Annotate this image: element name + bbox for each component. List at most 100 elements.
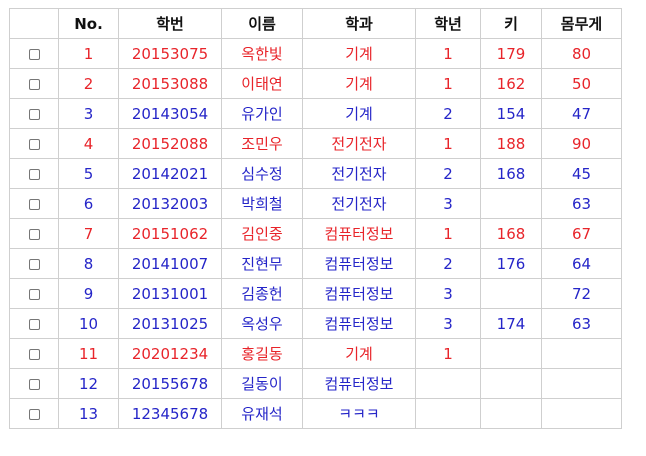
header-department: 학과: [302, 8, 416, 39]
row-select-cell: [9, 158, 59, 189]
row-department: 컴퓨터정보: [302, 248, 416, 279]
row-weight: [541, 398, 622, 429]
row-weight: 63: [541, 308, 622, 339]
row-height: 188: [480, 128, 542, 159]
row-select-cell: [9, 98, 59, 129]
row-department: 컴퓨터정보: [302, 218, 416, 249]
row-department: 기계: [302, 98, 416, 129]
row-name: 유가인: [221, 98, 303, 129]
row-name: 유재석: [221, 398, 303, 429]
row-select-cell: [9, 38, 59, 69]
row-name: 박희철: [221, 188, 303, 219]
row-name: 진현무: [221, 248, 303, 279]
row-year: 3: [415, 278, 481, 309]
row-department: 컴퓨터정보: [302, 308, 416, 339]
row-checkbox[interactable]: [28, 378, 40, 390]
row-no: 10: [58, 308, 119, 339]
row-height: 168: [480, 218, 542, 249]
row-height: 154: [480, 98, 542, 129]
row-department: 기계: [302, 68, 416, 99]
row-weight: 90: [541, 128, 622, 159]
row-no: 11: [58, 338, 119, 369]
row-height: [480, 368, 542, 399]
row-checkbox[interactable]: [28, 288, 40, 300]
row-student-id: 20201234: [118, 338, 222, 369]
row-checkbox[interactable]: [28, 198, 40, 210]
row-select-cell: [9, 128, 59, 159]
row-year: 2: [415, 98, 481, 129]
row-department: 전기전자: [302, 188, 416, 219]
row-no: 7: [58, 218, 119, 249]
header-student-id: 학번: [118, 8, 222, 39]
row-year: [415, 398, 481, 429]
row-student-id: 20141007: [118, 248, 222, 279]
table-row: 13 12345678 유재석 ㅋㅋㅋ: [9, 398, 622, 429]
row-no: 3: [58, 98, 119, 129]
row-height: [480, 338, 542, 369]
row-year: 1: [415, 68, 481, 99]
table-row: 11 20201234 홍길동 기계 1: [9, 338, 622, 369]
row-height: [480, 278, 542, 309]
row-name: 옥한빛: [221, 38, 303, 69]
row-no: 8: [58, 248, 119, 279]
row-select-cell: [9, 68, 59, 99]
row-weight: 80: [541, 38, 622, 69]
row-student-id: 20143054: [118, 98, 222, 129]
row-weight: 45: [541, 158, 622, 189]
row-year: 2: [415, 248, 481, 279]
row-student-id: 20155678: [118, 368, 222, 399]
header-year: 학년: [415, 8, 481, 39]
row-no: 5: [58, 158, 119, 189]
table-row: 9 20131001 김종헌 컴퓨터정보 3 72: [9, 278, 622, 309]
row-department: ㅋㅋㅋ: [302, 398, 416, 429]
row-checkbox[interactable]: [28, 108, 40, 120]
row-checkbox[interactable]: [28, 78, 40, 90]
row-year: 3: [415, 308, 481, 339]
row-no: 1: [58, 38, 119, 69]
row-checkbox[interactable]: [28, 408, 40, 420]
row-student-id: 20131001: [118, 278, 222, 309]
row-height: [480, 398, 542, 429]
row-name: 조민우: [221, 128, 303, 159]
row-checkbox[interactable]: [28, 228, 40, 240]
row-department: 컴퓨터정보: [302, 368, 416, 399]
row-checkbox[interactable]: [28, 348, 40, 360]
row-weight: 47: [541, 98, 622, 129]
row-weight: [541, 368, 622, 399]
row-year: 1: [415, 218, 481, 249]
row-year: 3: [415, 188, 481, 219]
row-height: 174: [480, 308, 542, 339]
row-student-id: 20152088: [118, 128, 222, 159]
row-checkbox[interactable]: [28, 258, 40, 270]
row-checkbox[interactable]: [28, 318, 40, 330]
row-checkbox[interactable]: [28, 138, 40, 150]
row-select-cell: [9, 188, 59, 219]
table-row: 6 20132003 박희철 전기전자 3 63: [9, 188, 622, 219]
row-department: 기계: [302, 338, 416, 369]
row-name: 홍길동: [221, 338, 303, 369]
table-row: 8 20141007 진현무 컴퓨터정보 2 176 64: [9, 248, 622, 279]
table-row: 12 20155678 길동이 컴퓨터정보: [9, 368, 622, 399]
row-name: 심수정: [221, 158, 303, 189]
row-weight: 50: [541, 68, 622, 99]
row-department: 전기전자: [302, 128, 416, 159]
row-height: 162: [480, 68, 542, 99]
header-weight: 몸무게: [541, 8, 622, 39]
row-name: 김인중: [221, 218, 303, 249]
row-name: 옥성우: [221, 308, 303, 339]
row-checkbox[interactable]: [28, 48, 40, 60]
row-department: 기계: [302, 38, 416, 69]
row-student-id: 20151062: [118, 218, 222, 249]
student-table: No. 학번 이름 학과 학년 키 몸무게 1 20153075 옥한빛 기계 1 179…: [9, 8, 622, 429]
row-select-cell: [9, 338, 59, 369]
row-select-cell: [9, 248, 59, 279]
table-header-row: No. 학번 이름 학과 학년 키 몸무게: [9, 8, 622, 39]
row-student-id: 20131025: [118, 308, 222, 339]
header-no: No.: [58, 8, 119, 39]
row-weight: 63: [541, 188, 622, 219]
row-checkbox[interactable]: [28, 168, 40, 180]
row-weight: 67: [541, 218, 622, 249]
row-student-id: 20153088: [118, 68, 222, 99]
row-student-id: 20132003: [118, 188, 222, 219]
row-department: 컴퓨터정보: [302, 278, 416, 309]
